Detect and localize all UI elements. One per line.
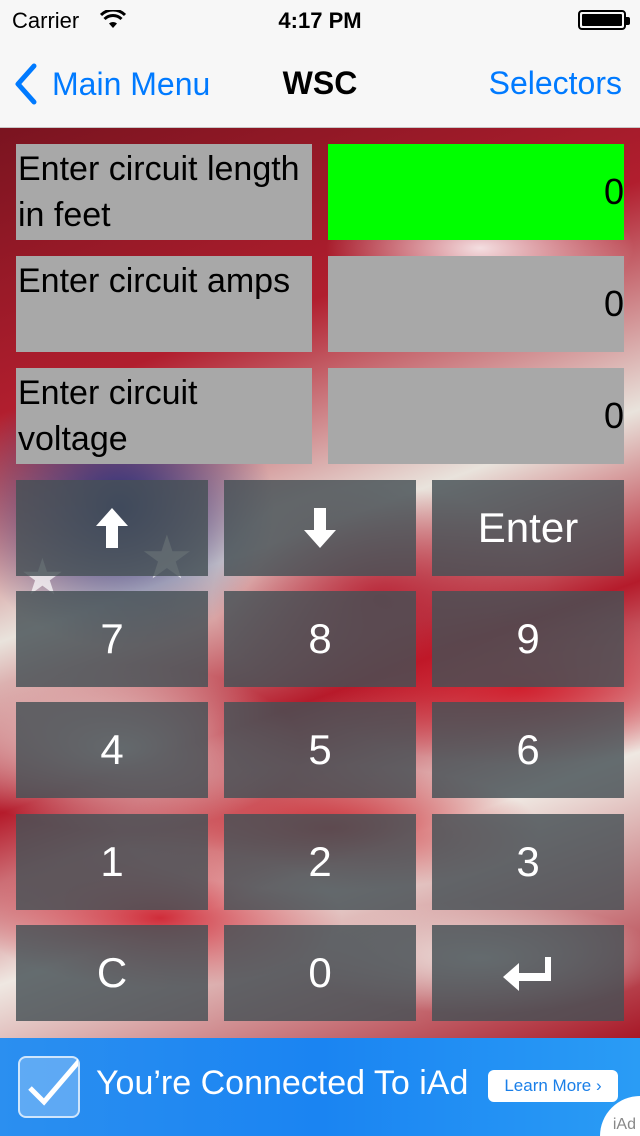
key-2[interactable]: 2 (224, 814, 416, 910)
key-9[interactable]: 9 (432, 591, 624, 687)
key-5[interactable]: 5 (224, 702, 416, 798)
learn-more-button[interactable]: Learn More › (488, 1070, 618, 1102)
arrow-up-icon (96, 508, 128, 548)
length-label: Enter circuit length in feet (16, 144, 312, 240)
voltage-label: Enter circuit voltage (16, 368, 312, 464)
battery-icon (578, 10, 630, 30)
amps-label: Enter circuit amps (16, 256, 312, 352)
key-8[interactable]: 8 (224, 591, 416, 687)
key-1[interactable]: 1 (16, 814, 208, 910)
return-icon (503, 957, 551, 991)
return-button[interactable] (432, 925, 624, 1021)
key-4[interactable]: 4 (16, 702, 208, 798)
status-bar: Carrier 4:17 PM (0, 0, 640, 40)
clear-button[interactable]: C (16, 925, 208, 1021)
ad-text: You’re Connected To iAd (96, 1064, 469, 1102)
amps-field[interactable]: 0 (328, 256, 624, 352)
key-6[interactable]: 6 (432, 702, 624, 798)
flag-background: ★ ★ Enter circuit length in feet 0 Enter… (0, 128, 640, 1038)
ad-banner[interactable]: You’re Connected To iAd Learn More › iAd (0, 1038, 640, 1136)
iad-logo: iAd (612, 1116, 636, 1133)
voltage-field[interactable]: 0 (328, 368, 624, 464)
enter-button[interactable]: Enter (432, 480, 624, 576)
navigation-bar: Main Menu WSC Selectors (0, 40, 640, 128)
key-3[interactable]: 3 (432, 814, 624, 910)
arrow-up-button[interactable] (16, 480, 208, 576)
ad-checkmark-icon (18, 1056, 82, 1118)
clock: 4:17 PM (278, 8, 362, 33)
arrow-down-button[interactable] (224, 480, 416, 576)
key-7[interactable]: 7 (16, 591, 208, 687)
selectors-button[interactable]: Selectors (489, 65, 622, 102)
length-field[interactable]: 0 (328, 144, 624, 240)
arrow-down-icon (304, 508, 336, 548)
key-0[interactable]: 0 (224, 925, 416, 1021)
